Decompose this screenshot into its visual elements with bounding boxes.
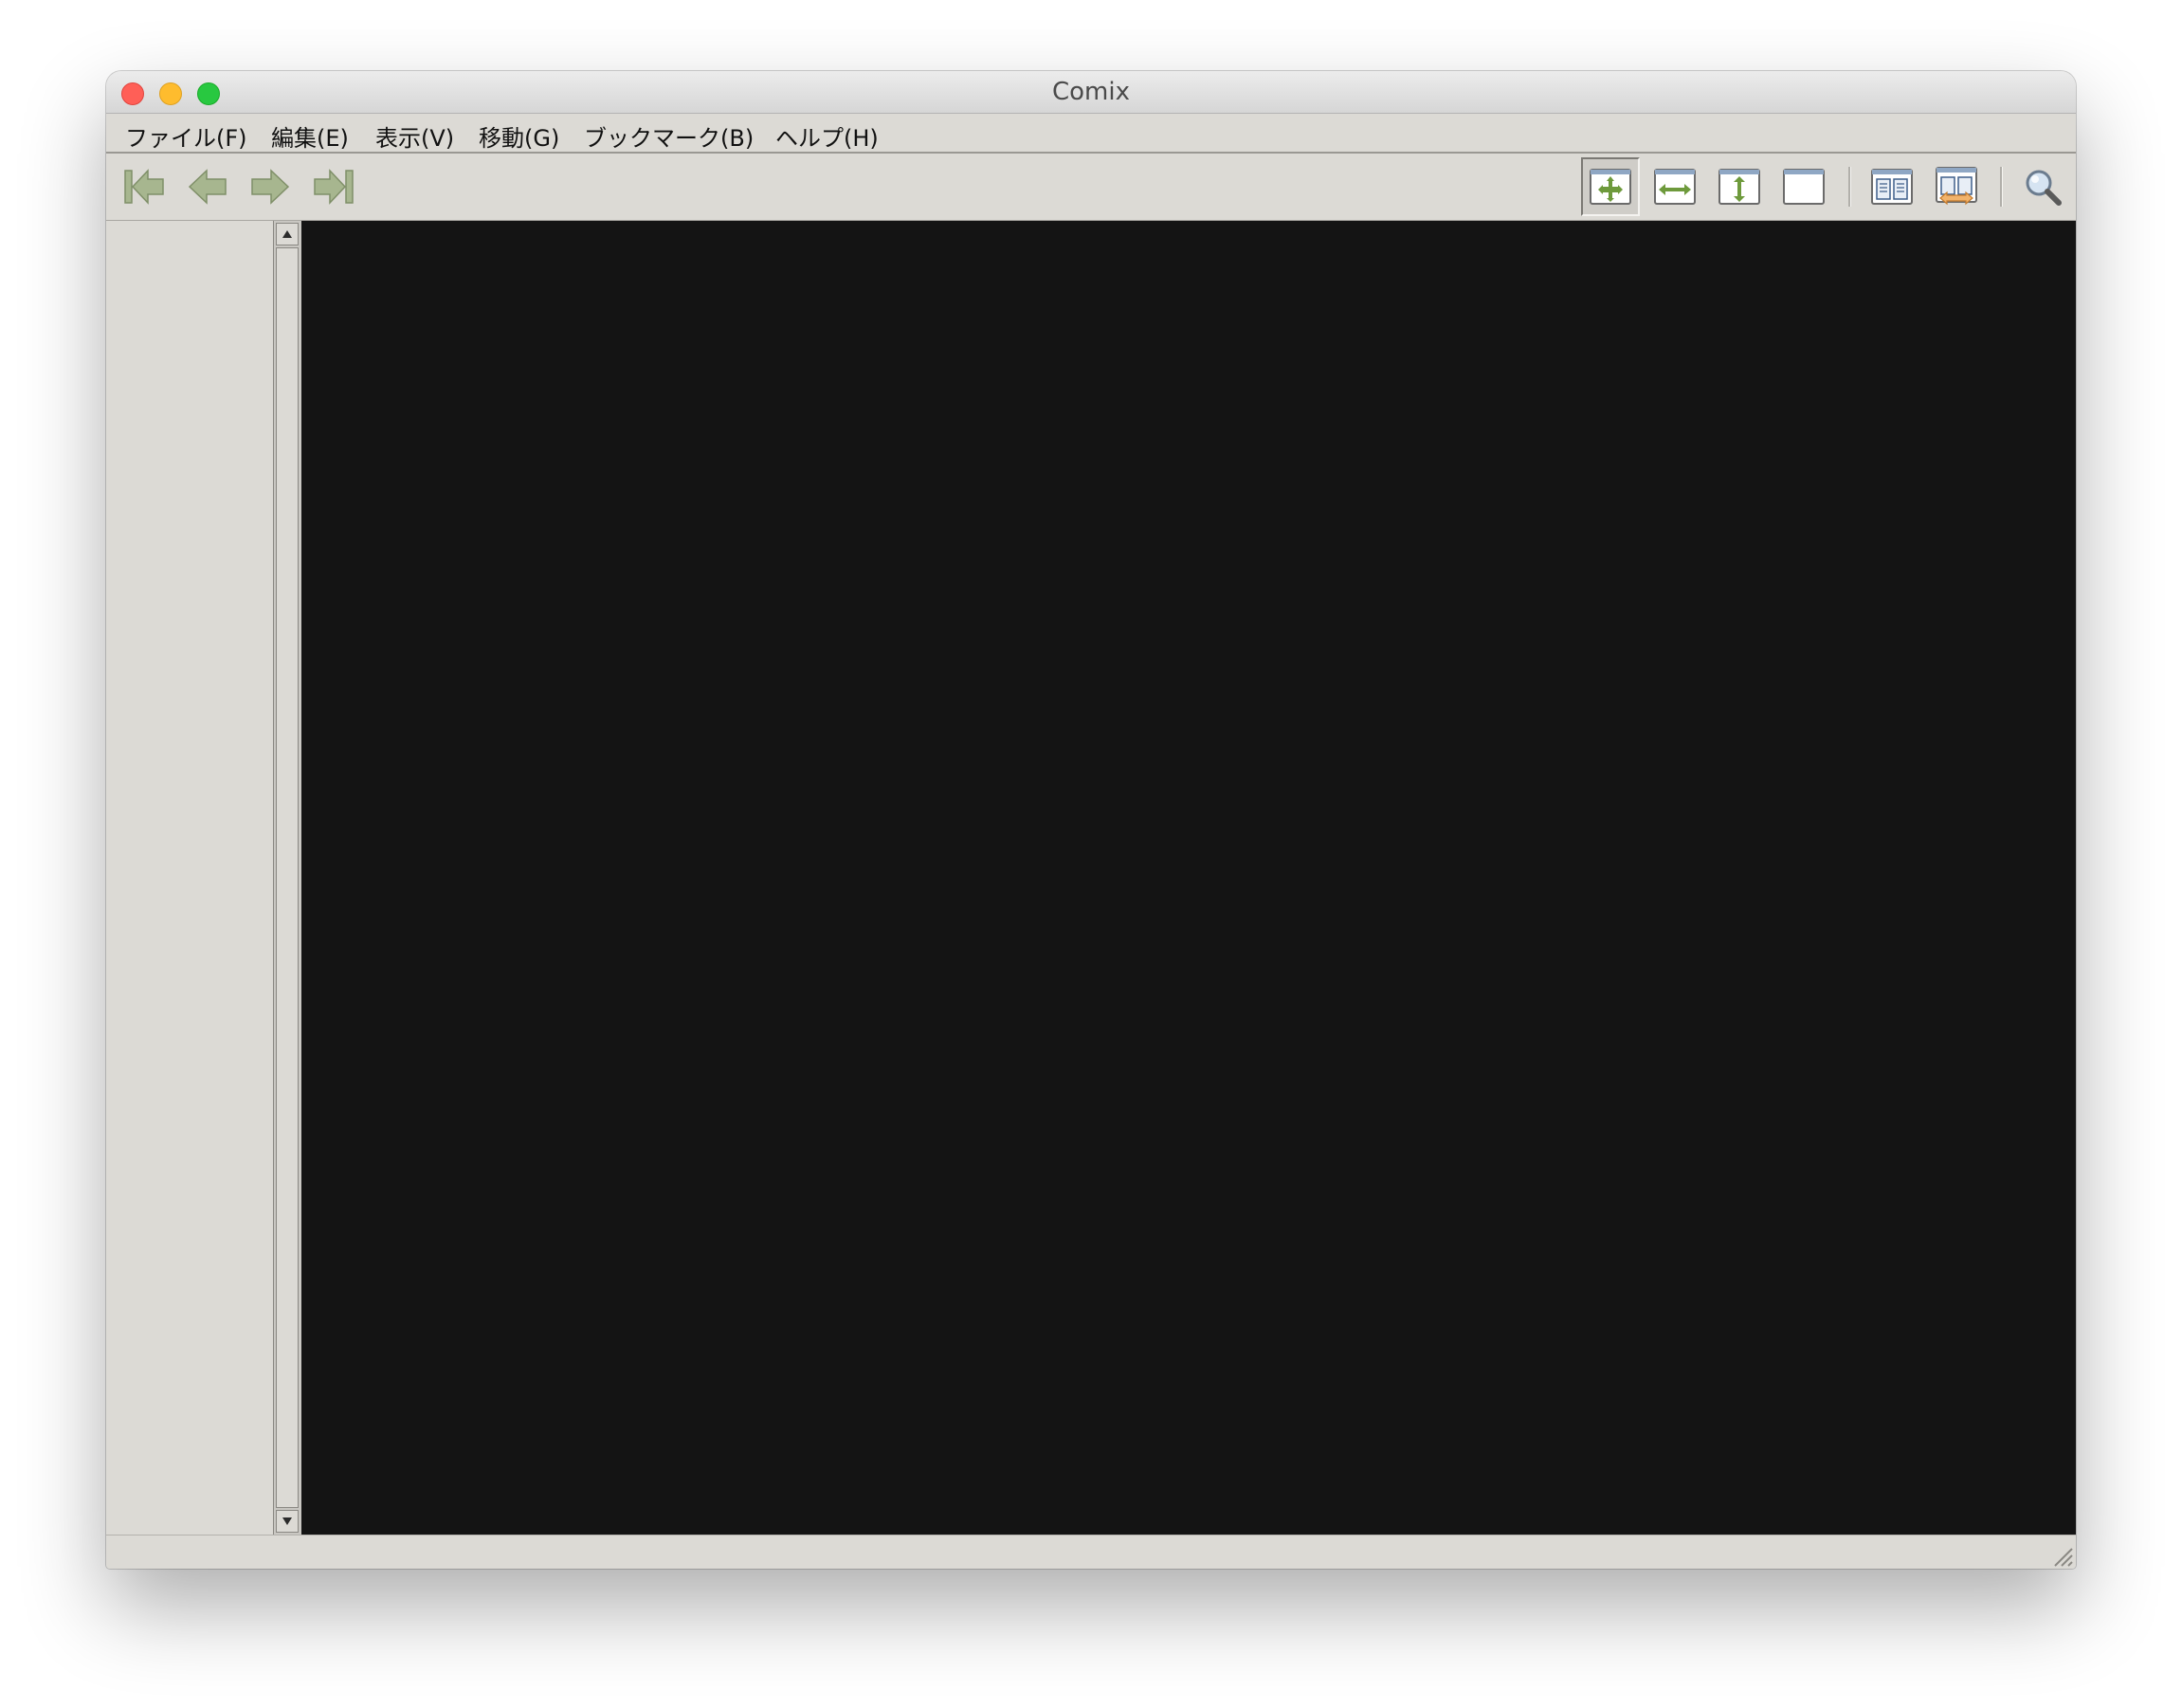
fit-height-icon [1718, 169, 1760, 205]
title-bar[interactable]: Comix [106, 71, 2076, 114]
scroll-up-button[interactable] [276, 223, 299, 245]
menu-file[interactable]: ファイル(F) [125, 119, 247, 153]
zoom-button[interactable] [2013, 157, 2072, 216]
manual-zoom-icon [1783, 169, 1825, 205]
previous-page-icon [188, 169, 227, 205]
scrollbar-thumb[interactable] [276, 247, 299, 1508]
zoom-icon [2026, 170, 2062, 206]
first-page-button[interactable] [116, 157, 174, 216]
next-page-icon [251, 169, 290, 205]
toolbar-separator [1848, 167, 1851, 207]
menu-bar: ファイル(F) 編集(E) 表示(V) 移動(G) ブックマーク(B) ヘルプ(… [106, 114, 2076, 154]
best-fit-icon [1590, 169, 1631, 205]
menu-bookmarks[interactable]: ブックマーク(B) [584, 119, 754, 153]
last-page-icon [314, 169, 354, 205]
last-page-button[interactable] [303, 157, 362, 216]
manga-mode-button[interactable] [1927, 157, 1986, 216]
menu-view[interactable]: 表示(V) [375, 119, 454, 153]
menu-go[interactable]: 移動(G) [479, 119, 559, 153]
status-bar [106, 1535, 2076, 1569]
first-page-icon [124, 169, 164, 205]
menu-help[interactable]: ヘルプ(H) [775, 119, 879, 153]
scroll-up-icon [282, 230, 292, 238]
resize-grip-icon[interactable] [2049, 1543, 2074, 1568]
menu-edit[interactable]: 編集(E) [271, 119, 349, 153]
toolbar [106, 154, 2076, 221]
fit-width-button[interactable] [1646, 157, 1704, 216]
scroll-down-icon [282, 1517, 292, 1525]
window-title: Comix [1052, 78, 1130, 106]
manual-zoom-button[interactable] [1774, 157, 1833, 216]
fit-height-button[interactable] [1710, 157, 1769, 216]
best-fit-button[interactable] [1581, 157, 1640, 216]
fit-width-icon [1654, 169, 1696, 205]
toolbar-separator [2000, 167, 2003, 207]
comix-window: Comix ファイル(F) 編集(E) 表示(V) 移動(G) ブックマーク(B… [106, 71, 2076, 1569]
double-page-icon [1871, 169, 1913, 205]
manga-mode-icon [1936, 167, 1977, 206]
scroll-down-button[interactable] [276, 1510, 299, 1533]
next-page-button[interactable] [241, 157, 300, 216]
double-page-button[interactable] [1863, 157, 1921, 216]
previous-page-button[interactable] [178, 157, 237, 216]
sidebar-scrollbar[interactable] [273, 221, 301, 1535]
thumbnail-sidebar[interactable] [106, 221, 273, 1535]
image-viewer[interactable] [301, 221, 2076, 1535]
